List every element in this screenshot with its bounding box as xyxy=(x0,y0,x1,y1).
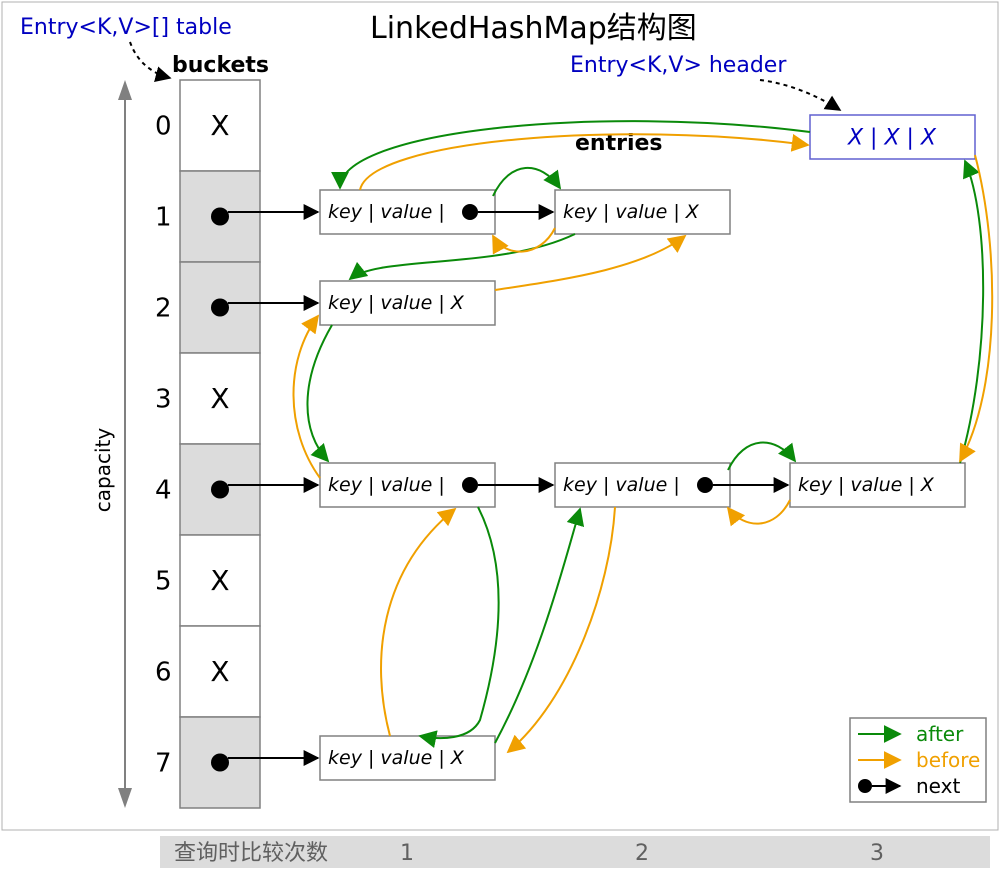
bucket-index-6: 6 xyxy=(155,658,172,688)
footer-3: 3 xyxy=(870,841,884,866)
bucket-x-5: X xyxy=(210,564,229,597)
svg-text:key | value | X: key | value | X xyxy=(328,747,465,769)
svg-text:key | value |: key | value | xyxy=(328,201,445,223)
bucket-dot-7 xyxy=(211,754,229,772)
bucket-x-3: X xyxy=(210,382,229,415)
legend-next: next xyxy=(916,774,960,798)
legend: after before next xyxy=(850,718,986,802)
legend-after: after xyxy=(916,722,964,746)
svg-text:key | value | X: key | value | X xyxy=(798,474,935,496)
footer-2: 2 xyxy=(635,841,649,866)
bucket-x-6: X xyxy=(210,655,229,688)
bucket-index-0: 0 xyxy=(155,112,172,142)
buckets-label: buckets xyxy=(172,53,269,78)
footer-1: 1 xyxy=(400,841,414,866)
entry-1b: key | value | X xyxy=(555,190,730,234)
capacity-label: capacity xyxy=(91,428,115,513)
svg-text:key | value |: key | value | xyxy=(328,474,445,496)
entry-2a: key | value | X xyxy=(320,281,495,325)
bucket-dot-2 xyxy=(211,299,229,317)
bucket-dot-4 xyxy=(211,481,229,499)
bucket-index-1: 1 xyxy=(155,203,172,233)
bucket-index-2: 2 xyxy=(155,294,172,324)
header-entry: X | X | X xyxy=(810,115,975,159)
bucket-index-5: 5 xyxy=(155,567,172,597)
footer-label: 查询时比较次数 xyxy=(174,841,328,866)
footer-bar: 查询时比较次数 1 2 3 xyxy=(160,836,990,868)
diagram-title: LinkedHashMap结构图 xyxy=(370,11,697,46)
header-type-label: Entry<K,V> header xyxy=(570,53,787,78)
bucket-index-7: 7 xyxy=(155,749,172,779)
bucket-index-3: 3 xyxy=(155,385,172,415)
svg-text:X | X | X: X | X | X xyxy=(847,126,937,151)
bucket-dot-1 xyxy=(211,208,229,226)
entry-4c: key | value | X xyxy=(790,463,965,507)
entry-7a: key | value | X xyxy=(320,736,495,780)
svg-text:key | value |: key | value | xyxy=(563,474,680,496)
svg-text:key | value | X: key | value | X xyxy=(563,201,700,223)
bucket-index-4: 4 xyxy=(155,476,172,506)
bucket-x-0: X xyxy=(210,109,229,142)
entry-4b: key | value | xyxy=(555,463,730,507)
svg-text:key | value | X: key | value | X xyxy=(328,292,465,314)
entry-4a: key | value | xyxy=(320,463,495,507)
entry-1a: key | value | xyxy=(320,190,495,234)
table-type-label: Entry<K,V>[] table xyxy=(20,15,232,40)
legend-before: before xyxy=(916,748,980,772)
